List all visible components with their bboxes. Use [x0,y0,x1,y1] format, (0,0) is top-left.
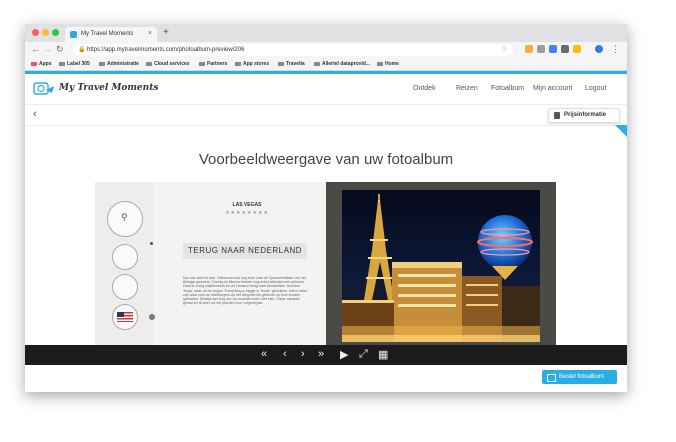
usa-flag-icon [112,304,138,330]
bookmark-partners[interactable]: Partners [199,61,227,67]
bookmark-home[interactable]: Home [377,61,399,67]
back-arrow-icon[interactable]: ← [31,44,40,54]
location-pin-icon: ⚲ [121,212,128,222]
profile-avatar[interactable] [595,45,603,53]
bookmark-app-stores[interactable]: App stores [235,61,269,67]
bookmark-administratie[interactable]: Administratie [99,61,139,67]
album-photo-page [326,182,556,345]
extension-icon[interactable] [573,45,581,53]
favicon-icon [70,31,77,38]
extension-icon[interactable] [537,45,545,53]
tab-close-icon[interactable]: × [148,30,152,37]
next-page-icon[interactable]: › [301,348,305,360]
minimize-window-button[interactable] [42,29,49,36]
reload-icon[interactable]: ↻ [56,44,64,55]
bookmarks-bar: Apps Label 305 Administratie Cloud servi… [25,58,627,71]
corner-ribbon [615,125,627,137]
fullscreen-icon[interactable]: ⤢ [359,348,368,361]
viewer-controls: « ‹ › » ▶ ⤢ ▦ [25,345,627,365]
order-album-label: Bestel fotoalbum [559,374,604,380]
nav-mijn-account[interactable]: Mijn account [533,85,572,92]
page-dot [149,314,155,320]
play-icon[interactable]: ▶ [340,348,348,361]
url-bar[interactable]: 🔒 https://app.mytravelmoments.com/photoa… [73,44,513,56]
lock-icon: 🔒 [78,47,86,53]
first-page-icon[interactable]: « [261,348,267,360]
browser-tab[interactable]: My Travel Moments × [65,27,157,42]
page-title: Voorbeeldweergave van uw fotoalbum [198,151,454,168]
extension-icon[interactable] [525,45,533,53]
album-icon [547,374,556,382]
bookmark-travelia[interactable]: Travelia [278,61,305,67]
map-circle: ⚲ [107,201,143,237]
footer-area [25,365,627,392]
bookmark-star-icon[interactable]: ☆ [501,44,507,56]
nav-reizen[interactable]: Reizen [456,85,478,92]
extension-icon[interactable] [549,45,557,53]
transport-icon [112,244,138,270]
tab-strip: My Travel Moments × + [25,24,627,42]
price-info-button[interactable]: Prijsinformatie [548,108,620,123]
price-info-label: Prijsinformatie [564,112,607,118]
album-spread: ⚲ LAS VEGAS ★★★★★★★★ TERUG NAAR NEDERLAN… [95,182,556,345]
sub-toolbar: ‹ Prijsinformatie [25,105,627,126]
browser-window: My Travel Moments × + ← → ↻ 🔒 https://ap… [25,24,627,392]
site-header: My Travel Moments Ontdek Reizen Fotoalbu… [25,74,627,105]
page-dot [150,242,153,245]
order-album-button[interactable]: Bestel fotoalbum [542,370,617,384]
album-left-edge-page: ⚲ [95,182,155,345]
nav-fotoalbum[interactable]: Fotoalbum [491,85,524,92]
document-icon [554,112,560,119]
maximize-window-button[interactable] [52,29,59,36]
hotel-icon [112,274,138,300]
new-tab-button[interactable]: + [163,27,169,38]
logo-icon[interactable] [33,81,55,96]
back-chevron-icon[interactable]: ‹ [33,108,37,120]
bookmark-apps[interactable]: Apps [31,61,52,67]
close-window-button[interactable] [32,29,39,36]
tab-title: My Travel Moments [81,31,134,37]
browser-menu-icon[interactable]: ⋮ [611,44,620,55]
bookmark-allertel[interactable]: Allertel dataprovid... [314,61,370,67]
url-text: https://app.mytravelmoments.com/photoalb… [87,47,245,53]
nav-ontdek[interactable]: Ontdek [413,85,436,92]
page-heading: LAS VEGAS [232,202,262,208]
album-text-page: LAS VEGAS ★★★★★★★★ TERUG NAAR NEDERLAND … [177,182,317,345]
bookmark-cloud-services[interactable]: Cloud services [146,61,190,67]
body-text: Nou dat was het dan. Gisterenavond nog e… [183,276,308,306]
extension-icon[interactable] [561,45,569,53]
nav-logout[interactable]: Logout [585,85,606,92]
last-page-icon[interactable]: » [318,348,324,360]
address-row: ← → ↻ 🔒 https://app.mytravelmoments.com/… [25,42,627,58]
bookmark-label-305[interactable]: Label 305 [59,61,90,67]
forward-arrow-icon[interactable]: → [43,44,52,54]
las-vegas-photo [342,190,540,342]
rating-stars: ★★★★★★★★ [225,210,269,216]
grid-view-icon[interactable]: ▦ [378,348,388,361]
brand-name[interactable]: My Travel Moments [59,83,158,93]
previous-page-icon[interactable]: ‹ [283,348,287,360]
home-banner: TERUG NAAR NEDERLAND [183,243,307,259]
